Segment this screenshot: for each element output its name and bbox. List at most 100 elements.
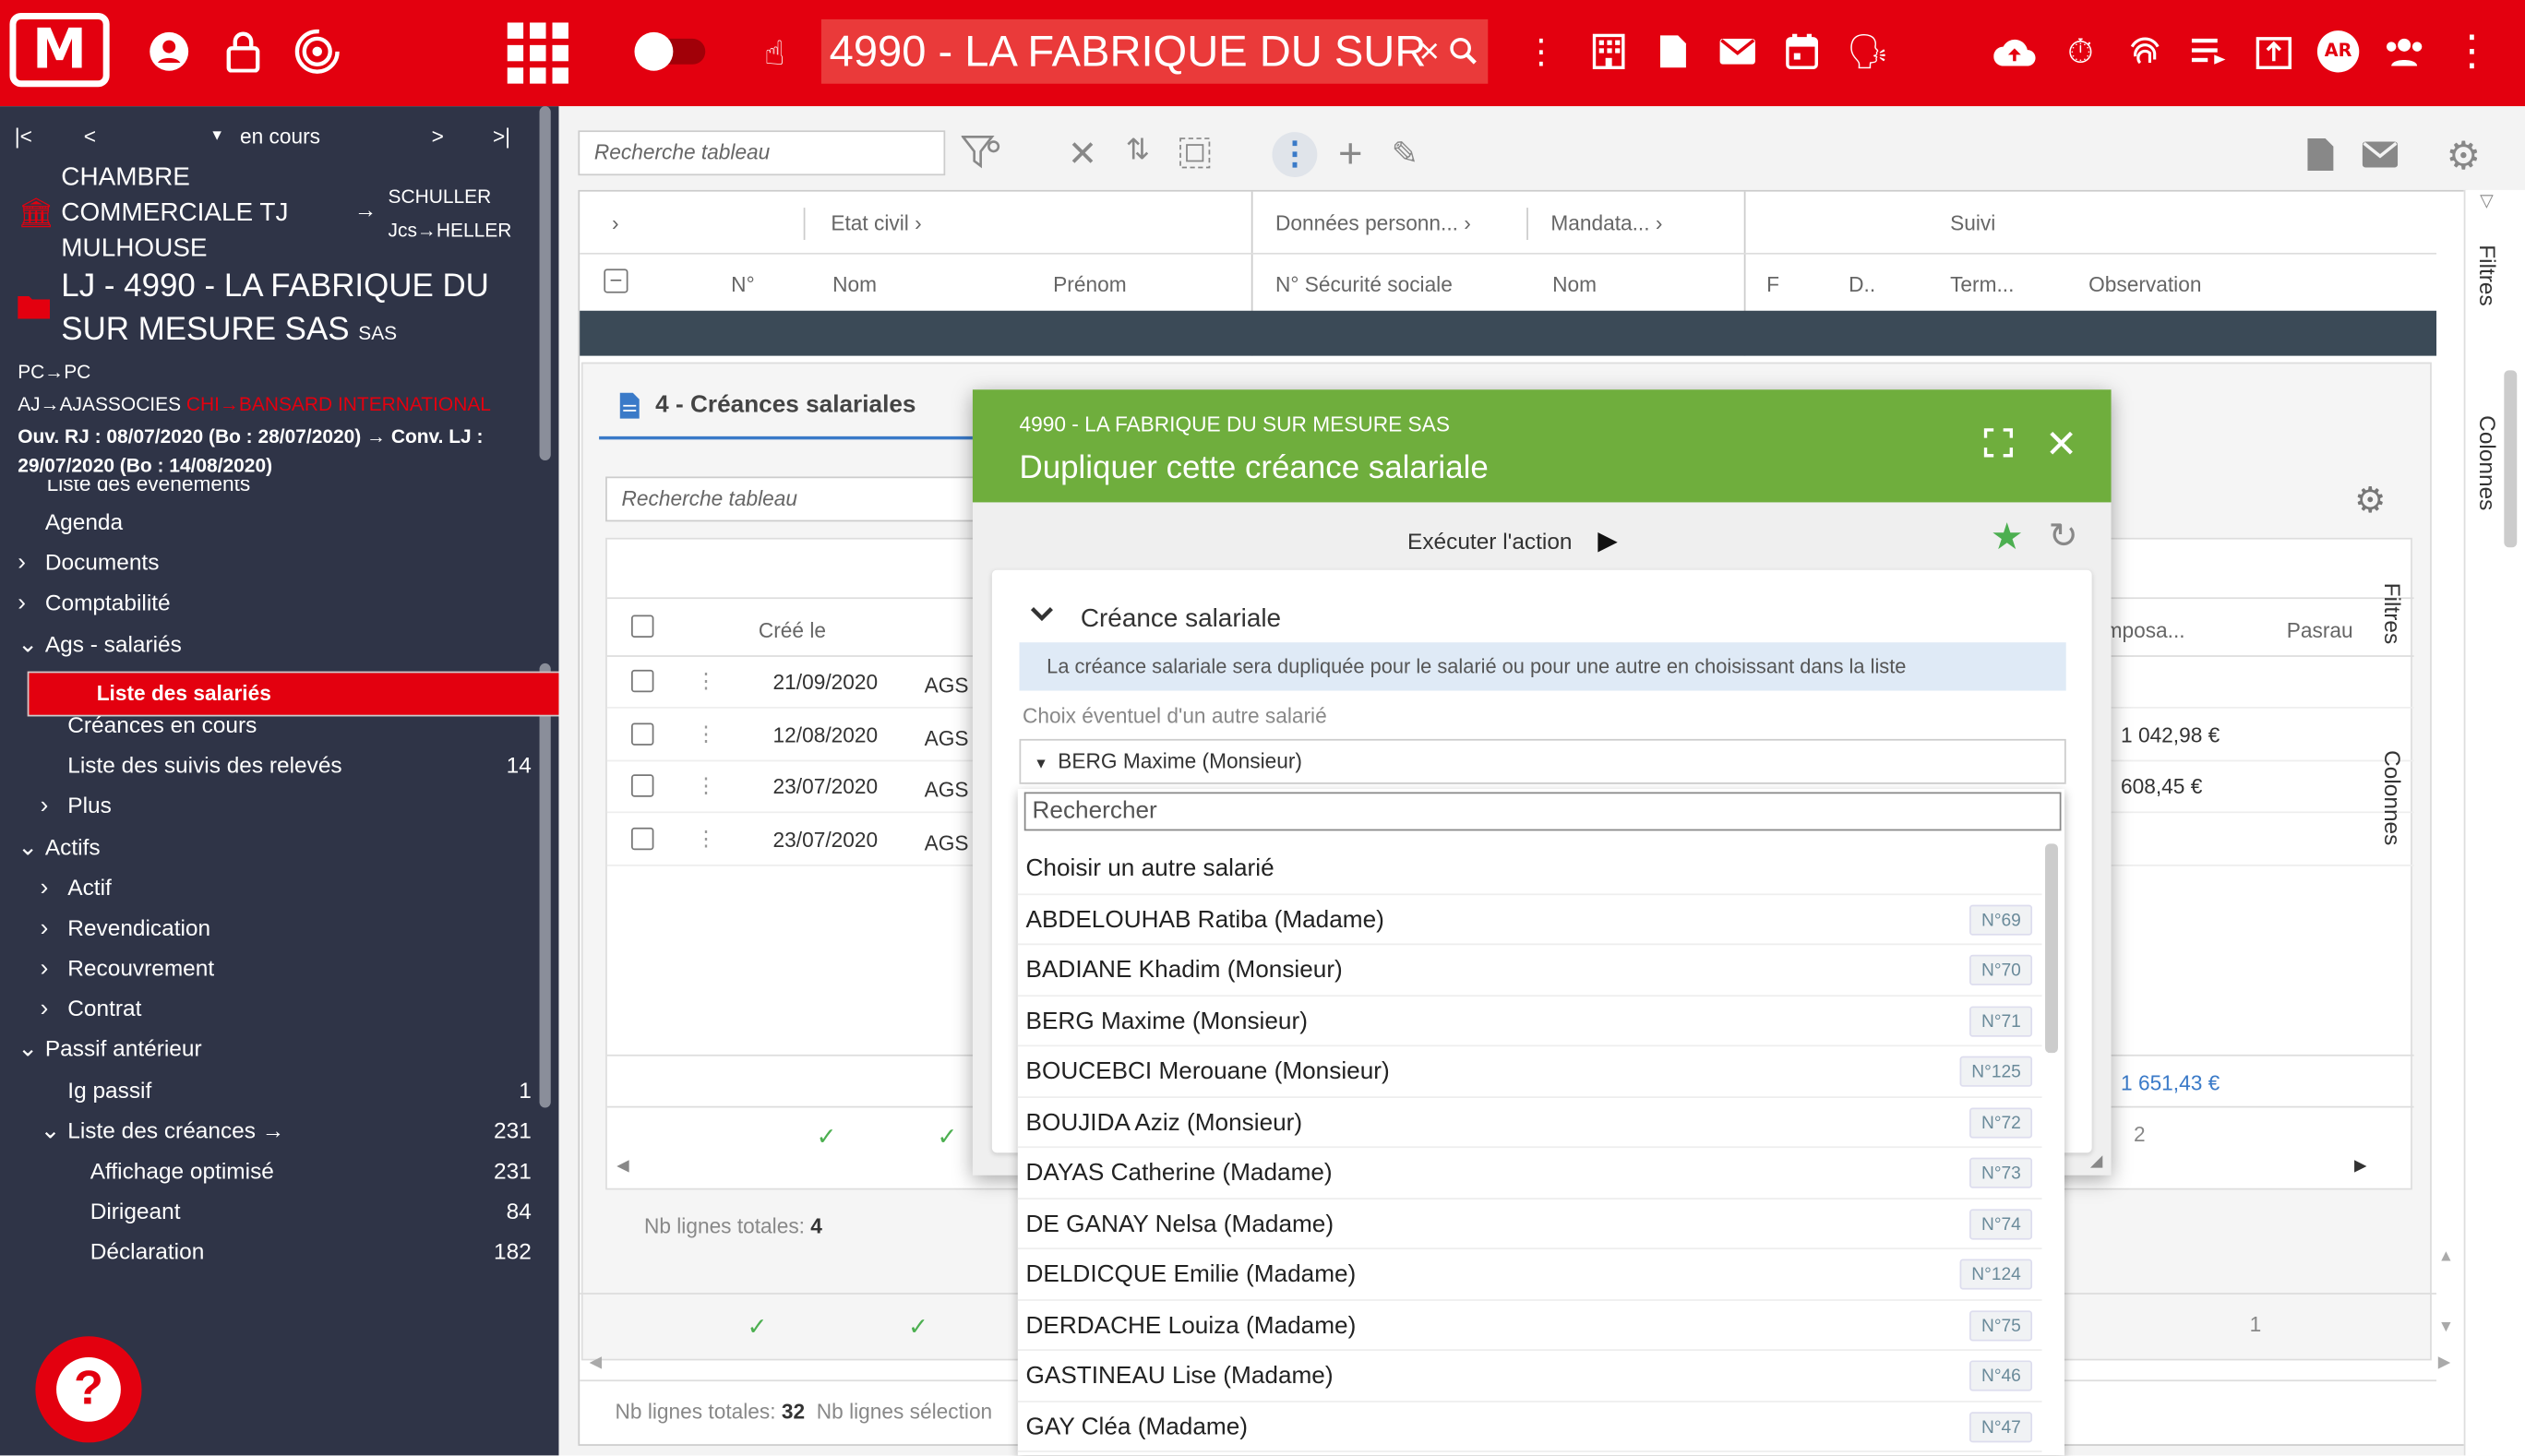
- chevron-right-icon[interactable]: ›: [18, 583, 26, 624]
- chevron-down-icon[interactable]: ⌄: [18, 827, 38, 867]
- fingerprint-icon[interactable]: [2121, 28, 2169, 76]
- status-filter[interactable]: en cours: [240, 124, 320, 148]
- col-f[interactable]: F: [1766, 272, 1779, 296]
- export-icon[interactable]: [2250, 28, 2298, 76]
- col-imposable[interactable]: mposa...: [2105, 618, 2185, 642]
- inner-settings-icon[interactable]: ⚙: [2354, 480, 2386, 521]
- col-prenom[interactable]: Prénom: [1053, 272, 1126, 296]
- add-icon[interactable]: +: [1338, 129, 1363, 179]
- menu-dots-icon[interactable]: ⋮: [1272, 132, 1318, 177]
- col-secu[interactable]: N° Sécurité sociale: [1275, 272, 1453, 296]
- playlist-icon[interactable]: [2185, 28, 2233, 76]
- resize-handle-icon[interactable]: ◢: [2090, 1152, 2102, 1170]
- sidebar-item[interactable]: › Recouvrement: [0, 949, 534, 989]
- sidebar-item[interactable]: ⌄ Passif antérieur: [0, 1030, 534, 1070]
- sidebar-item[interactable]: ⌄ Ags - salariés: [0, 624, 534, 664]
- sidebar-item[interactable]: ⌄ Liste des créances → 231: [0, 1111, 534, 1152]
- help-button[interactable]: ?: [35, 1336, 142, 1443]
- salarie-select[interactable]: ▼ BERG Maxime (Monsieur): [1019, 738, 2066, 784]
- mode-toggle[interactable]: [634, 31, 706, 71]
- chevron-right-icon[interactable]: ›: [41, 786, 49, 827]
- touch-icon[interactable]: ☝: [750, 29, 798, 77]
- col-cree-le[interactable]: Créé le: [759, 618, 826, 642]
- execute-action-button[interactable]: Exécuter l'action ▶: [1407, 525, 1618, 557]
- edit-icon[interactable]: ✎: [1392, 134, 1418, 174]
- chevron-right-icon[interactable]: ›: [41, 867, 49, 908]
- sidebar-item[interactable]: Ig passif 1: [0, 1070, 534, 1111]
- sidebar-scrollbar[interactable]: [539, 662, 551, 1108]
- group-mandata[interactable]: Mandata... ›: [1550, 211, 1662, 235]
- app-logo[interactable]: M: [9, 12, 110, 88]
- dropdown-option[interactable]: GAY Cléa (Madame) N°47: [1017, 1402, 2042, 1452]
- col-observation[interactable]: Observation: [2088, 272, 2201, 296]
- inner-filtres-tab[interactable]: Filtres: [2380, 583, 2406, 645]
- dropdown-option[interactable]: GASTINEAU Lise (Madame) N°46: [1017, 1351, 2042, 1402]
- sidebar-item[interactable]: › Plus: [0, 786, 534, 827]
- main-search-input[interactable]: Recherche tableau: [578, 130, 946, 176]
- voice-icon[interactable]: 🗣: [1844, 28, 1892, 76]
- col-nom[interactable]: Nom: [832, 272, 877, 296]
- close-modal-icon[interactable]: ✕: [2045, 422, 2077, 469]
- dropdown-option[interactable]: DAYAS Catherine (Madame) N°73: [1017, 1148, 2042, 1199]
- chevron-right-icon[interactable]: ›: [41, 908, 49, 949]
- inner-search-input[interactable]: Recherche tableau: [605, 476, 992, 522]
- scroll-left-icon[interactable]: ◀: [616, 1158, 628, 1176]
- dropdown-option[interactable]: BERG Maxime (Monsieur) N°71: [1017, 996, 2042, 1047]
- select-all-icon[interactable]: [1179, 137, 1211, 173]
- right-scrollbar[interactable]: [2504, 370, 2518, 548]
- row-checkbox[interactable]: [631, 774, 654, 797]
- main-scroll-up-icon[interactable]: ▲: [2438, 1247, 2454, 1265]
- clear-icon[interactable]: ✕: [1068, 134, 1097, 175]
- sidebar-item[interactable]: › Actif: [0, 867, 534, 908]
- maximize-icon[interactable]: [1983, 428, 2014, 465]
- sidebar-item[interactable]: ⌄ Actifs: [0, 827, 534, 867]
- group-suivi[interactable]: Suivi: [1950, 211, 1995, 235]
- document-icon[interactable]: [1649, 28, 1697, 76]
- calendar-icon[interactable]: [1777, 28, 1825, 76]
- favorite-star-icon[interactable]: ★: [1991, 515, 2024, 558]
- dropdown-search-input[interactable]: Rechercher: [1023, 792, 2062, 831]
- scroll-right-icon[interactable]: ▶: [2354, 1158, 2366, 1176]
- dropdown-option[interactable]: Choisir un autre salarié: [1017, 843, 2042, 895]
- filtres-tab[interactable]: Filtres: [2475, 245, 2501, 306]
- last-record-icon[interactable]: >|: [493, 124, 510, 148]
- col-d[interactable]: D..: [1849, 272, 1875, 296]
- row-checkbox[interactable]: [631, 827, 654, 850]
- next-record-icon[interactable]: >: [432, 124, 444, 148]
- first-record-icon[interactable]: |<: [15, 124, 32, 148]
- ar-badge-icon[interactable]: AR: [2314, 28, 2362, 76]
- colonnes-tab[interactable]: Colonnes: [2475, 415, 2501, 510]
- lock-icon[interactable]: [219, 28, 267, 76]
- sidebar-item[interactable]: Déclaration 182: [0, 1233, 534, 1273]
- dropdown-option[interactable]: DE GANAY Nelsa (Madame) N°74: [1017, 1199, 2042, 1250]
- col-pasrau[interactable]: Pasrau: [2287, 618, 2353, 642]
- settings-gear-icon[interactable]: ⚙: [2447, 134, 2482, 181]
- row-checkbox[interactable]: [631, 722, 654, 746]
- building-icon[interactable]: [1585, 28, 1633, 76]
- group-etat-civil[interactable]: Etat civil ›: [831, 211, 921, 235]
- col-term[interactable]: Term...: [1950, 272, 2014, 296]
- dropdown-option[interactable]: BOUJIDA Aziz (Monsieur) N°72: [1017, 1097, 2042, 1149]
- timer-icon[interactable]: ⏱: [2056, 28, 2104, 76]
- dropdown-option[interactable]: ABDELOUHAB Ratiba (Madame) N°69: [1017, 894, 2042, 946]
- sidebar-item[interactable]: Agenda: [0, 502, 534, 543]
- sidebar-item[interactable]: Dirigeant 84: [0, 1192, 534, 1233]
- chevron-right-icon[interactable]: ›: [41, 989, 49, 1030]
- mail-icon[interactable]: [1714, 28, 1762, 76]
- chevron-down-icon[interactable]: ⌄: [18, 624, 38, 664]
- sidebar-item[interactable]: › Comptabilité: [0, 583, 534, 624]
- cloud-upload-icon[interactable]: [1991, 28, 2039, 76]
- dropdown-option[interactable]: BADIANE Khadim (Monsieur) N°70: [1017, 945, 2042, 997]
- main-scroll-down-icon[interactable]: ▼: [2438, 1319, 2454, 1336]
- truncated-item[interactable]: Liste des événements: [47, 480, 251, 499]
- email-icon[interactable]: [2362, 141, 2399, 173]
- row-menu-icon[interactable]: ⋮: [696, 773, 717, 799]
- apps-grid-icon[interactable]: [506, 22, 570, 84]
- search-icon[interactable]: [1449, 19, 1478, 84]
- sort-icon[interactable]: ⇅: [1126, 134, 1150, 168]
- clear-search-icon[interactable]: ×: [1419, 19, 1440, 84]
- sidebar-item[interactable]: › Documents: [0, 543, 534, 583]
- row-checkbox[interactable]: [631, 669, 654, 693]
- sidebar-item[interactable]: Liste des suivis des relevés 14: [0, 746, 534, 786]
- main-scroll-left-icon[interactable]: ◀: [590, 1354, 602, 1371]
